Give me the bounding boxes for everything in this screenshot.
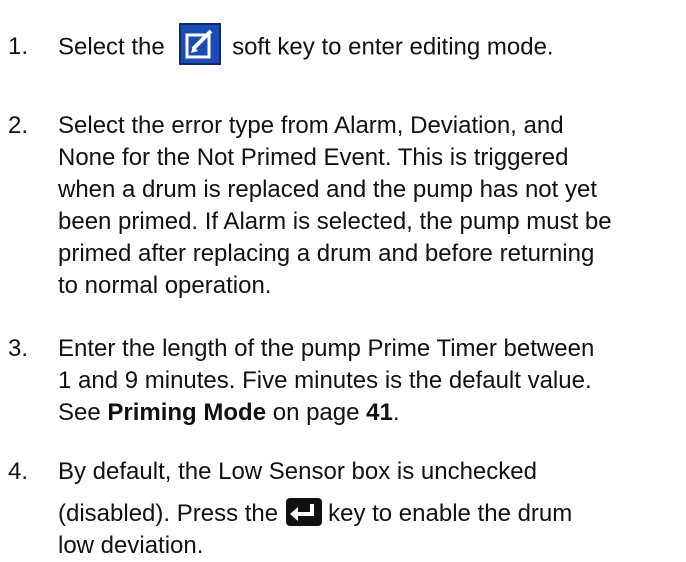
text-line: Select the error type from Alarm, Deviat…	[58, 112, 564, 139]
page-number-link[interactable]: 41	[366, 399, 393, 426]
text-line: None for the Not Primed Event. This is t…	[58, 144, 569, 171]
text-line: (disabled). Press the key to enable the …	[58, 497, 678, 530]
step-text: Select the error type from Alarm, Deviat…	[58, 110, 678, 302]
step-text: Select the soft key to enter editing mod…	[58, 23, 678, 65]
cross-reference-line: See Priming Mode on page 41.	[58, 397, 678, 429]
text-line: to normal operation.	[58, 272, 272, 299]
text-line: Enter the length of the pump Prime Timer…	[58, 335, 595, 362]
see-text: See	[58, 399, 101, 426]
step-text-after: soft key to enter editing mode.	[232, 33, 554, 61]
text-line: By default, the Low Sensor box is unchec…	[58, 458, 537, 485]
step-text: Enter the length of the pump Prime Timer…	[58, 333, 678, 429]
edit-icon	[179, 23, 222, 65]
text-before-icon: (disabled). Press the	[58, 500, 279, 527]
text-line: when a drum is replaced and the pump has…	[58, 176, 597, 203]
text-line: 1 and 9 minutes. Five minutes is the def…	[58, 367, 592, 394]
step-number: 3.	[8, 335, 29, 362]
enter-icon	[286, 497, 323, 526]
step-text-before: Select the	[58, 33, 165, 61]
step-number: 4.	[8, 458, 29, 485]
section-reference-link[interactable]: Priming Mode	[107, 399, 266, 426]
step-number: 1.	[8, 33, 29, 60]
period: .	[392, 399, 400, 426]
step-number: 2.	[8, 112, 29, 139]
step-text: By default, the Low Sensor box is unchec…	[58, 456, 678, 562]
text-line: primed after replacing a drum and before…	[58, 240, 595, 267]
on-page-text: on page	[272, 399, 360, 426]
text-line: been primed. If Alarm is selected, the p…	[58, 208, 612, 235]
text-line: low deviation.	[58, 532, 204, 559]
text-after-icon: key to enable the drum	[328, 500, 573, 527]
